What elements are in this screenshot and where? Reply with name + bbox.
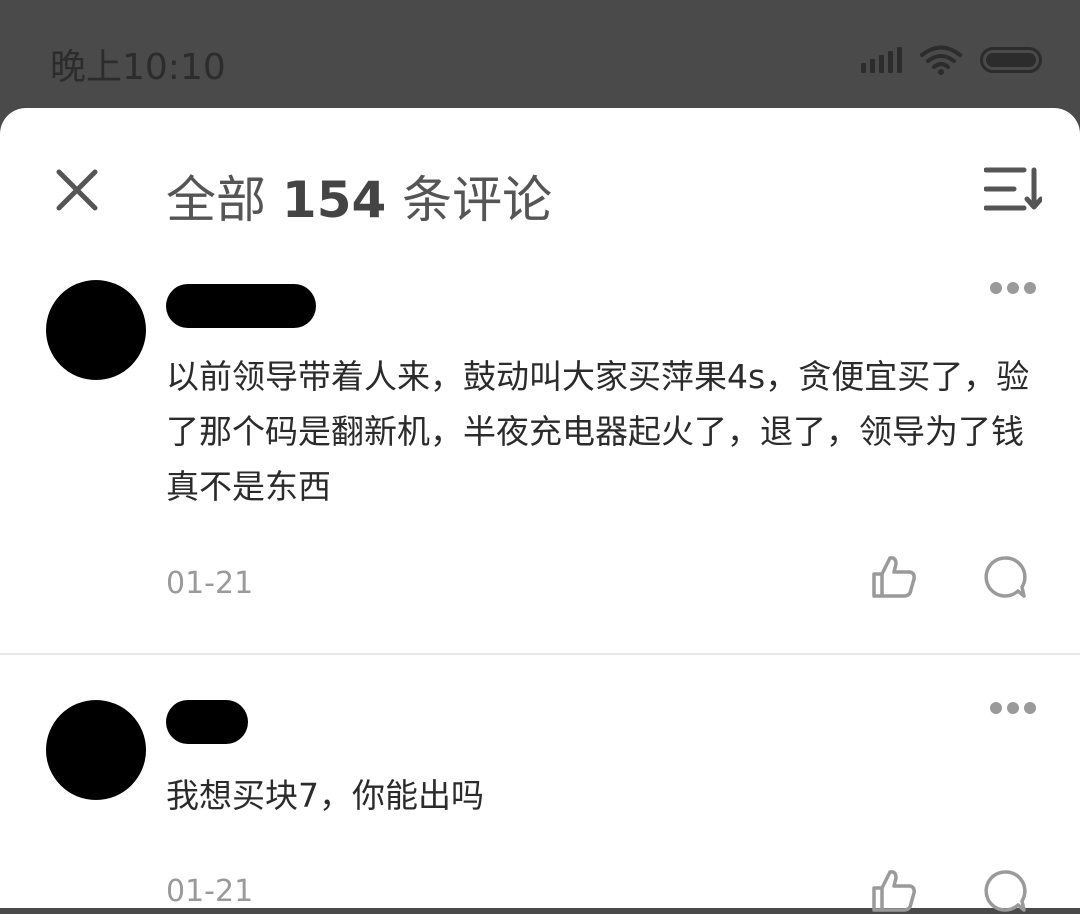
wifi-icon [920,45,962,75]
username-redacted[interactable] [166,700,248,744]
title-prefix: 全部 [166,171,282,229]
divider [0,653,1080,655]
comment-date: 01-21 [166,874,254,909]
comment-text: 以前领导带着人来，鼓动叫大家买萍果4s，贪便宜买了，验了那个码是翻新机，半夜充电… [166,357,1030,506]
username-redacted[interactable] [166,284,316,328]
reply-icon[interactable] [982,868,1028,914]
comment-count: 154 [281,171,387,229]
more-icon[interactable] [990,282,1036,296]
sort-icon[interactable] [984,166,1042,212]
comments-sheet: 全部 154 条评论 以前领导带着人来，鼓动叫大家买萍果4s，贪便宜买了，验了那… [0,108,1080,912]
status-bar: 晚上10:10 [0,0,1080,115]
like-icon[interactable] [870,868,918,914]
close-icon[interactable] [55,168,99,212]
status-time: 晚上10:10 [50,47,226,88]
status-icons [861,40,1042,80]
comment-text: 我想买块7，你能出吗 [166,776,484,815]
title-suffix: 条评论 [386,171,553,229]
signal-icon [861,47,902,73]
avatar[interactable] [46,700,146,800]
page-title: 全部 154 条评论 [166,160,552,232]
comment-date: 01-21 [166,566,254,601]
avatar[interactable] [46,280,146,380]
more-icon[interactable] [990,702,1036,716]
battery-icon [980,47,1042,73]
reply-icon[interactable] [982,554,1028,600]
like-icon[interactable] [870,554,918,600]
